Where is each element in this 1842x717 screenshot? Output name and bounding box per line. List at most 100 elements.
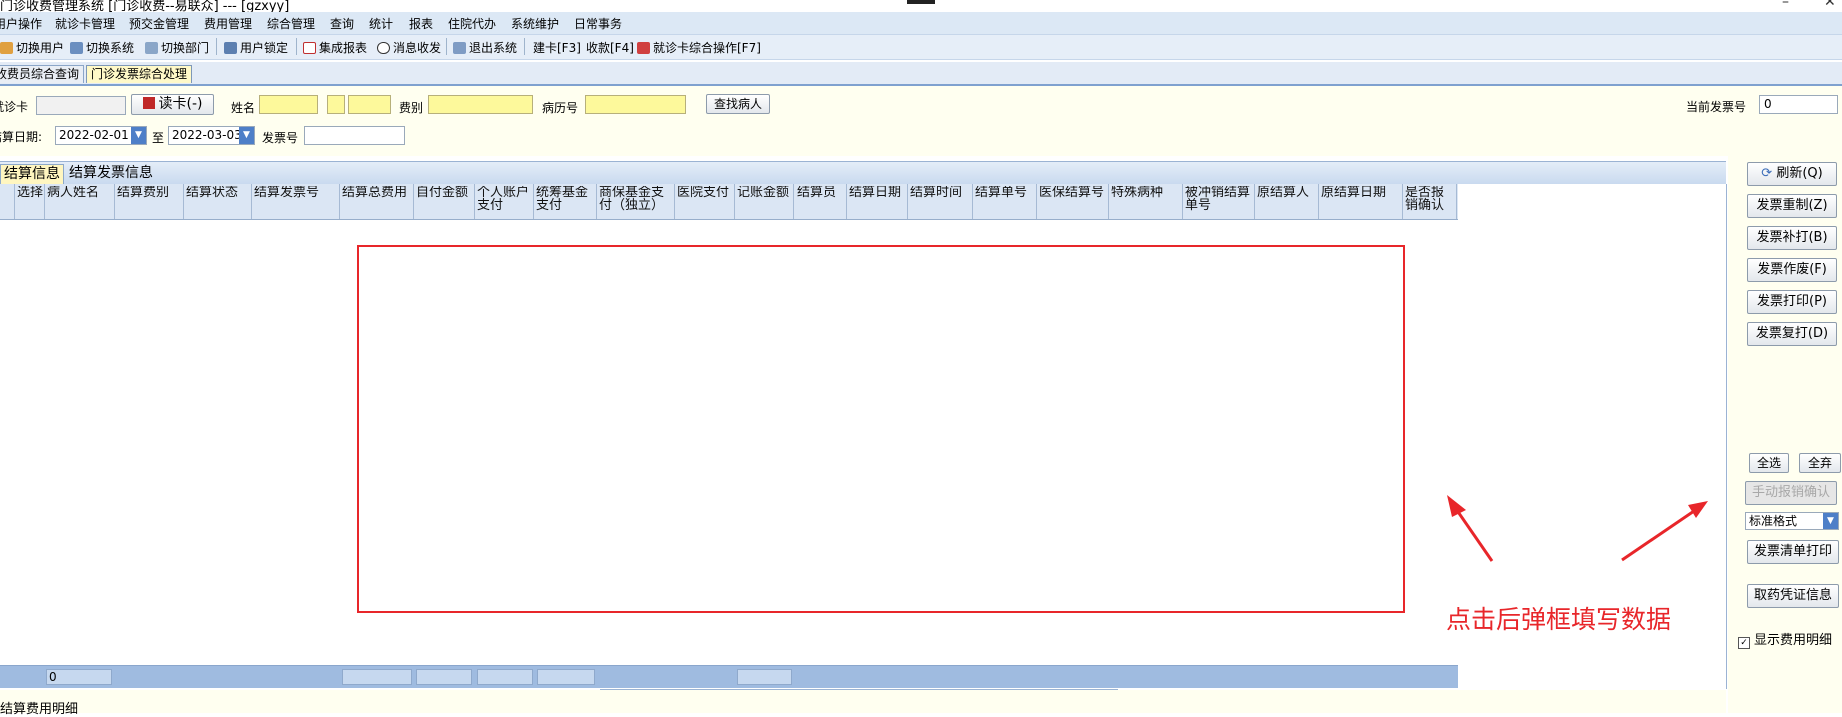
right-action-panel: ⟳ 刷新(Q) 发票重制(Z) 发票补打(B) 发票作废(F) 发票打印(P) … [1728, 156, 1842, 713]
menu-fee-mgmt[interactable]: 费用管理 [204, 15, 252, 32]
user-lock-icon [224, 42, 237, 54]
chevron-down-icon[interactable]: ▼ [1823, 513, 1838, 529]
invoice-reprint-button[interactable]: 发票复打(D) [1747, 322, 1837, 346]
age-input[interactable] [348, 95, 391, 114]
footer-cell [342, 669, 412, 685]
column-header[interactable]: 统筹基金支付 [536, 186, 596, 212]
select-all-button[interactable]: 全选 [1749, 453, 1789, 473]
column-header[interactable]: 病人姓名 [47, 186, 113, 199]
tab-settlement-invoice-info[interactable]: 结算发票信息 [66, 164, 156, 183]
menu-reports[interactable]: 报表 [409, 15, 433, 32]
chevron-down-icon[interactable]: ▼ [131, 127, 146, 144]
card-operation-icon [637, 42, 650, 54]
menu-query[interactable]: 查询 [330, 15, 354, 32]
column-header[interactable]: 个人账户支付 [477, 186, 531, 212]
arrow-head-left [1447, 495, 1466, 517]
toolbar-switch-user[interactable]: 切换用户 [0, 39, 64, 56]
menu-user-ops[interactable]: 用户操作 [0, 15, 42, 32]
invoice-number-input[interactable] [304, 126, 405, 145]
invoice-reset-button[interactable]: 发票重制(Z) [1747, 194, 1837, 218]
column-header[interactable]: 医保结算号 [1039, 186, 1107, 199]
column-header[interactable]: 结算员 [797, 186, 847, 199]
window-title: 门诊收费管理系统 [门诊收费--易联众] --- [gzxyy] [0, 0, 290, 12]
toolbar-messages[interactable]: 消息收发 [377, 39, 441, 56]
print-format-select[interactable]: 标准格式 ▼ [1745, 512, 1839, 530]
switch-system-icon [70, 42, 83, 54]
column-header[interactable]: 结算日期 [849, 186, 907, 199]
grid-header: 选择 病人姓名 结算费别 结算状态 结算发票号 结算总费用 自付金额 个人账户支… [0, 184, 1458, 220]
current-invoice-label: 当前发票号 [1686, 100, 1747, 114]
column-header[interactable]: 结算费别 [117, 186, 183, 199]
record-number-input[interactable] [585, 95, 686, 114]
close-button[interactable]: ✕ [1824, 0, 1836, 10]
toolbar-user-lock[interactable]: 用户锁定 [224, 39, 288, 56]
find-patient-button[interactable]: 查找病人 [706, 94, 770, 114]
fee-type-input[interactable] [428, 95, 533, 114]
message-info-icon [377, 42, 390, 54]
deselect-all-button[interactable]: 全弃 [1799, 453, 1841, 473]
toolbar-integrated-report[interactable]: 集成报表 [303, 39, 367, 56]
column-header[interactable]: 原结算人 [1257, 186, 1319, 199]
menu-bar: 用户操作 就诊卡管理 预交金管理 费用管理 综合管理 查询 统计 报表 住院代办… [0, 12, 1842, 35]
arrow-line-right [1621, 507, 1698, 562]
date-to-picker[interactable]: 2022-03-03 ▼ [168, 126, 255, 145]
invoice-supplement-print-button[interactable]: 发票补打(B) [1747, 226, 1837, 250]
show-details-checkbox[interactable]: ✓ 显示费用明细 [1738, 629, 1832, 649]
toolbar-switch-system[interactable]: 切换系统 [70, 39, 134, 56]
column-header[interactable]: 是否报销确认 [1405, 186, 1455, 212]
current-invoice-input[interactable]: 0 [1759, 95, 1838, 114]
check-icon[interactable]: ✓ [1738, 637, 1750, 649]
tab-invoice-processing[interactable]: 门诊发票综合处理 [86, 65, 193, 83]
menu-system-maint[interactable]: 系统维护 [511, 15, 559, 32]
tab-settlement-info[interactable]: 结算信息 [0, 164, 64, 184]
row-count: 0 [46, 669, 112, 685]
title-bar: 门诊收费管理系统 [门诊收费--易联众] --- [gzxyy] – ✕ [0, 0, 1842, 12]
toolbar-switch-department[interactable]: 切换部门 [145, 39, 209, 56]
integrated-report-icon [303, 42, 316, 54]
column-header[interactable]: 自付金额 [416, 186, 474, 199]
invoice-number-label: 发票号 [262, 131, 299, 145]
menu-daily-affairs[interactable]: 日常事务 [574, 15, 622, 32]
switch-user-icon [0, 42, 13, 54]
chevron-down-icon[interactable]: ▼ [239, 127, 254, 144]
column-header[interactable]: 结算总费用 [342, 186, 412, 199]
switch-department-icon [145, 42, 158, 54]
medicine-voucher-button[interactable]: 取药凭证信息 [1747, 584, 1839, 608]
gender-input[interactable] [327, 95, 345, 114]
menu-inpatient-agency[interactable]: 住院代办 [448, 15, 496, 32]
tab-cashier-query[interactable]: 收费员综合查询 [0, 65, 85, 83]
card-input[interactable] [36, 96, 126, 115]
menu-statistics[interactable]: 统计 [369, 15, 393, 32]
name-input[interactable] [259, 95, 318, 114]
menu-general-mgmt[interactable]: 综合管理 [267, 15, 315, 32]
column-header[interactable]: 原结算日期 [1321, 186, 1401, 199]
refresh-icon: ⟳ [1761, 166, 1777, 181]
toolbar-card-operation[interactable]: 就诊卡综合操作[F7] [637, 39, 761, 56]
column-header[interactable]: 商保基金支付（独立） [599, 186, 671, 212]
manual-reimburse-confirm-button[interactable]: 手动报销确认 [1745, 481, 1837, 505]
column-header[interactable]: 特殊病种 [1111, 186, 1181, 199]
refresh-button[interactable]: ⟳ 刷新(Q) [1747, 162, 1837, 186]
column-header[interactable]: 结算状态 [186, 186, 250, 199]
column-header[interactable]: 结算单号 [975, 186, 1037, 199]
name-label: 姓名 [231, 101, 256, 115]
toolbar-exit-system[interactable]: 退出系统 [453, 39, 517, 56]
minimize-button[interactable]: – [1782, 0, 1789, 10]
toolbar-collect-payment[interactable]: 收款[F4] [586, 39, 634, 56]
column-header[interactable]: 结算发票号 [254, 186, 337, 199]
column-header[interactable]: 结算时间 [910, 186, 972, 199]
grid-footer: 0 [0, 665, 1458, 688]
toolbar-create-card[interactable]: 建卡[F3] [533, 39, 581, 56]
menu-card-mgmt[interactable]: 就诊卡管理 [55, 15, 115, 32]
menu-prepay-mgmt[interactable]: 预交金管理 [129, 15, 189, 32]
invoice-list-print-button[interactable]: 发票清单打印 [1747, 540, 1839, 564]
column-header[interactable]: 记账金额 [737, 186, 793, 199]
column-header[interactable]: 医院支付 [677, 186, 735, 199]
invoice-void-button[interactable]: 发票作废(F) [1747, 258, 1837, 282]
column-header[interactable]: 被冲销结算单号 [1185, 186, 1255, 212]
column-header[interactable]: 选择 [17, 186, 43, 199]
document-tabs: 收费员综合查询 门诊发票综合处理 [0, 62, 1842, 86]
read-card-button[interactable]: 读卡(-) [131, 94, 214, 115]
date-from-picker[interactable]: 2022-02-01 ▼ [55, 126, 147, 145]
invoice-print-button[interactable]: 发票打印(P) [1747, 290, 1837, 314]
